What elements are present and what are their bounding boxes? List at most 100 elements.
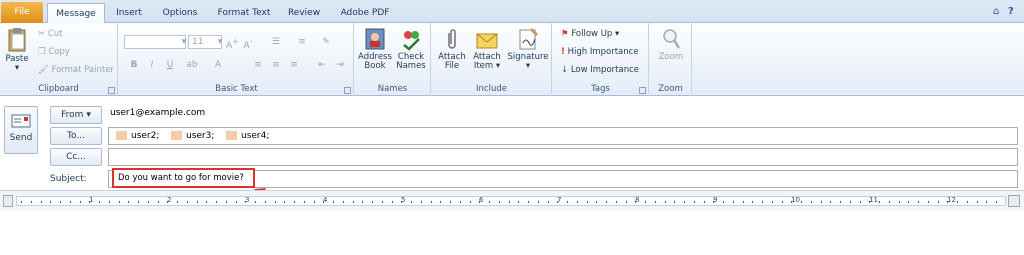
ruler-tick [606,201,607,203]
ruler-tick [752,201,754,203]
recipient-user4[interactable]: user4; [226,131,269,142]
clear-format-icon[interactable]: ✎ [320,36,332,48]
cut-label: Cut [47,29,63,39]
format-painter-button[interactable]: 🖌 Format Painter [38,63,114,77]
italic-icon[interactable]: I [146,59,158,71]
paste-dropdown-icon[interactable]: ▾ [15,63,19,73]
underline-icon[interactable]: U [164,59,176,71]
cc-button[interactable]: Cc... [50,148,102,166]
align-center-icon[interactable]: ≡ [270,59,282,71]
recipient-user2[interactable]: user2; [116,131,159,142]
check-names-label-2: Names [396,61,426,71]
high-importance-button[interactable]: ! High Importance [561,45,639,59]
decrease-indent-icon[interactable]: ⇤ [316,59,328,71]
bullets-icon[interactable]: ☰ [270,36,282,48]
to-field[interactable]: user2; user3; user4; [108,127,1018,145]
ruler-tick [849,201,851,203]
tab-format-text[interactable]: Format Text [212,3,276,23]
ruler-tick [596,201,598,203]
ruler-tick [664,201,666,203]
ruler-left-marker-icon[interactable] [3,195,13,207]
ruler-tick [479,201,481,203]
contact-chip-icon [116,131,127,140]
ruler-tick [372,201,373,203]
paste-button[interactable]: Paste ▾ [4,27,30,73]
basic-text-launcher-icon[interactable] [344,87,351,94]
zoom-group: Zoom Zoom [650,23,692,96]
tab-options[interactable]: Options [155,3,205,23]
bold-icon[interactable]: B [128,59,140,71]
tab-review[interactable]: Review [282,3,326,23]
magnifier-icon [663,29,681,49]
send-label: Send [9,133,33,143]
ruler-right-marker-icon[interactable] [1008,195,1020,207]
ruler-tick [352,201,354,203]
signature-dropdown-icon[interactable]: ▾ [526,61,530,71]
low-importance-button[interactable]: ↓ Low Importance [561,63,639,77]
follow-up-dropdown-icon[interactable]: ▾ [615,29,619,39]
cut-button[interactable]: ✂ Cut [38,27,62,41]
tab-file[interactable]: File [1,2,43,23]
from-button[interactable]: From ▾ [50,106,102,124]
recipient-user3[interactable]: user3; [171,131,214,142]
to-button[interactable]: To... [50,127,102,145]
address-book-icon [365,28,385,50]
check-names-button[interactable]: Check Names [393,27,429,71]
help-icon[interactable]: ? [1008,6,1014,17]
signature-button[interactable]: Signature ▾ [506,27,550,71]
high-importance-label: High Importance [567,47,639,57]
font-color-icon[interactable]: A [212,59,224,71]
cc-field[interactable] [108,148,1018,166]
ruler-tick [235,201,237,203]
follow-up-label: Follow Up [571,29,613,39]
follow-up-button[interactable]: ⚑ Follow Up ▾ [561,27,619,41]
highlight-icon[interactable]: ab [186,59,198,71]
attach-item-dropdown-icon[interactable]: ▾ [496,61,500,71]
send-button[interactable]: Send [4,106,38,154]
ruler-tick [21,201,22,203]
minimize-ribbon-icon[interactable]: ⌂ [993,6,999,17]
copy-button[interactable]: ❐ Copy [38,45,70,59]
ruler-tick [537,201,539,203]
align-left-icon[interactable]: ≡ [252,59,264,71]
ruler-tick [957,201,958,203]
tags-group-label: Tags [591,84,610,94]
ruler-tick [898,201,900,203]
clipboard-launcher-icon[interactable] [108,87,115,94]
attach-file-button[interactable]: Attach File [436,27,468,71]
basic-text-group: ▾ 11 ▾ A+ A- ☰ ≡ ✎ B I U ab A ≡ ≡ ≡ ⇤ ⇥ … [120,23,354,96]
font-name-box[interactable] [124,35,186,49]
ruler-tick [498,201,500,203]
tab-insert[interactable]: Insert [108,3,150,23]
grow-font-icon[interactable]: A+ [226,36,238,51]
tab-adobe-pdf[interactable]: Adobe PDF [334,3,396,23]
tags-launcher-icon[interactable] [639,87,646,94]
ruler-tick [635,201,637,203]
attach-item-button[interactable]: Attach Item ▾ [470,27,504,71]
ruler-tick [118,201,120,203]
ruler-tick [791,201,793,203]
shrink-font-icon[interactable]: A- [242,36,254,51]
address-book-button[interactable]: Address Book [357,27,393,71]
ruler-tick [108,201,110,203]
increase-indent-icon[interactable]: ⇥ [334,59,346,71]
ruler-tick [703,201,705,203]
tags-group: ⚑ Follow Up ▾ ! High Importance ↓ Low Im… [553,23,649,96]
ruler-tick [440,201,442,203]
tab-message[interactable]: Message [47,3,105,24]
zoom-label: Zoom [658,52,684,62]
ruler-tick [586,201,588,203]
ruler-tick [625,201,627,203]
ruler-tick [420,201,422,203]
ruler-tick [947,201,949,203]
numbering-icon[interactable]: ≡ [296,36,308,48]
names-group: Address Book Check Names Names [355,23,431,96]
message-body[interactable] [0,210,1024,255]
align-right-icon[interactable]: ≡ [288,59,300,71]
ruler-tick [381,201,383,203]
zoom-button[interactable]: Zoom [654,27,688,62]
font-size-dropdown-icon[interactable]: ▾ [214,36,226,48]
ruler-tick [362,201,364,203]
clipboard-group-label: Clipboard [38,84,79,94]
ruler-tick [60,201,61,203]
